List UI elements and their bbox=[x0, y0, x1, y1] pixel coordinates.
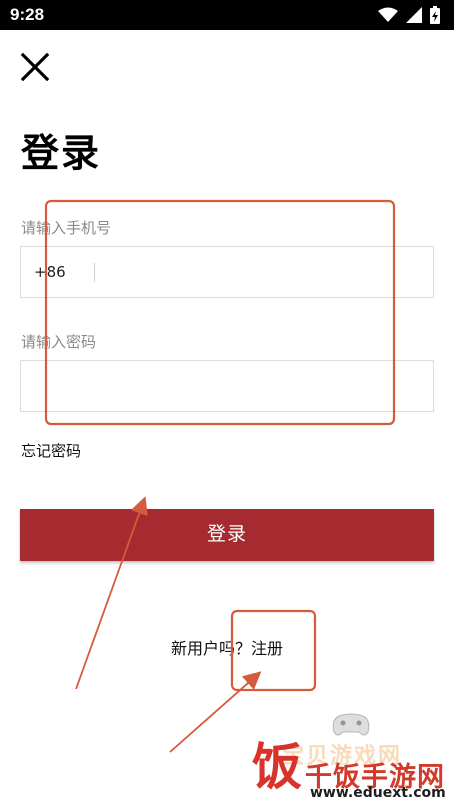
register-line: 新用户吗？注册 bbox=[0, 635, 454, 659]
password-label: 请输入密码 bbox=[21, 333, 97, 351]
signal-icon bbox=[406, 7, 422, 23]
gamepad-icon bbox=[332, 713, 370, 736]
page-title: 登录 bbox=[21, 131, 102, 175]
close-button[interactable] bbox=[16, 48, 56, 88]
password-field[interactable] bbox=[20, 360, 434, 412]
battery-charging-icon bbox=[430, 6, 440, 24]
country-code-divider bbox=[94, 263, 95, 282]
phone-label: 请输入手机号 bbox=[21, 219, 112, 237]
phone-field[interactable]: +86 bbox=[20, 246, 434, 298]
annotation-arrow-register bbox=[169, 671, 262, 753]
register-prompt: 新用户吗？ bbox=[170, 639, 251, 658]
country-code-selector[interactable]: +86 bbox=[34, 263, 66, 281]
status-icons bbox=[378, 6, 440, 24]
status-time: 9:28 bbox=[10, 5, 45, 24]
status-bar: 9:28 bbox=[0, 0, 454, 30]
watermark-url: www.eduext.com bbox=[310, 785, 446, 801]
wifi-icon bbox=[378, 7, 398, 22]
phone-input[interactable] bbox=[103, 255, 423, 291]
register-link[interactable]: 注册 bbox=[251, 639, 283, 658]
password-input[interactable] bbox=[33, 369, 423, 405]
watermark-logo: 饭 bbox=[252, 738, 302, 796]
login-button[interactable]: 登录 bbox=[20, 509, 434, 561]
forgot-password-link[interactable]: 忘记密码 bbox=[21, 440, 81, 461]
close-icon bbox=[20, 52, 50, 82]
